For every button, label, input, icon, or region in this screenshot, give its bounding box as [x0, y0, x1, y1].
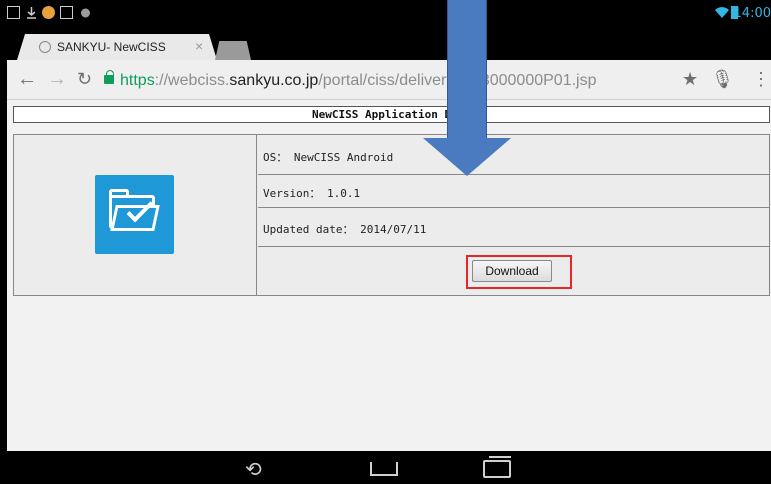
browser-tab[interactable]: SANKYU- NewCISS ×	[17, 34, 217, 60]
sd-card-icon	[60, 6, 73, 19]
download-icon	[25, 6, 38, 19]
device-frame: 14:00 SANKYU- NewCISS × ← → ↻ https://we…	[0, 0, 771, 484]
url-path-end: 3000000P01.jsp	[480, 72, 597, 89]
url-prefix: webciss.	[168, 72, 230, 89]
reload-icon[interactable]: ↻	[77, 69, 92, 90]
globe-icon	[39, 41, 51, 53]
tab-title: SANKYU- NewCISS	[57, 40, 166, 54]
page-title: NewCISS Application Down	[13, 106, 770, 123]
bookmark-star-icon[interactable]: ★	[682, 69, 698, 90]
download-row: Download	[258, 247, 770, 295]
url-scheme: https	[120, 72, 155, 89]
lock-icon	[104, 70, 114, 84]
url-path: /portal/ciss/delivery/	[318, 72, 459, 89]
android-nav-bar: ⟲	[7, 451, 771, 484]
os-text: OS： NewCISS Android	[263, 151, 394, 164]
browser-toolbar: ← → ↻ https://webciss.sankyu.co.jp/porta…	[7, 60, 771, 100]
recent-apps-icon[interactable]	[483, 456, 511, 478]
tablet-screen: 14:00 SANKYU- NewCISS × ← → ↻ https://we…	[7, 0, 771, 484]
app-icon-cell	[14, 135, 257, 295]
wifi-icon	[714, 6, 730, 19]
callout-arrow-shaft	[447, 0, 487, 140]
android-debug-icon	[79, 6, 92, 19]
url-host: sankyu.co.jp	[229, 72, 319, 89]
home-nav-icon[interactable]	[370, 462, 398, 476]
status-bar: 14:00	[7, 0, 771, 28]
updated-date-row: Updated date： 2014/07/11	[258, 208, 770, 247]
app-info-table: OS： NewCISS Android Version： 1.0.1 Updat…	[13, 134, 770, 296]
clock: 14:00	[733, 6, 771, 21]
download-button[interactable]: Download	[472, 260, 552, 282]
browser-notification-icon	[42, 6, 55, 19]
page-content: NewCISS Application Down OS： NewCISS And…	[7, 101, 771, 451]
version-row: Version： 1.0.1	[258, 175, 770, 208]
back-nav-icon[interactable]: ⟲	[245, 457, 262, 482]
back-icon[interactable]: ←	[17, 68, 37, 91]
url-separator: ://	[154, 72, 169, 89]
new-tab-button[interactable]	[215, 41, 251, 60]
os-row: OS： NewCISS Android	[258, 135, 770, 175]
version-text: Version： 1.0.1	[263, 187, 361, 200]
screenshot-icon	[7, 6, 20, 19]
microphone-icon[interactable]: 🎙	[711, 69, 734, 90]
tab-strip: SANKYU- NewCISS ×	[7, 28, 771, 60]
folder-check-icon	[95, 175, 174, 254]
menu-icon[interactable]: ⋮	[752, 69, 770, 90]
forward-icon[interactable]: →	[47, 68, 67, 91]
updated-date-text: Updated date： 2014/07/11	[263, 223, 427, 236]
close-tab-icon[interactable]: ×	[195, 38, 203, 54]
address-bar[interactable]: https://webciss.sankyu.co.jp/portal/ciss…	[120, 72, 596, 90]
